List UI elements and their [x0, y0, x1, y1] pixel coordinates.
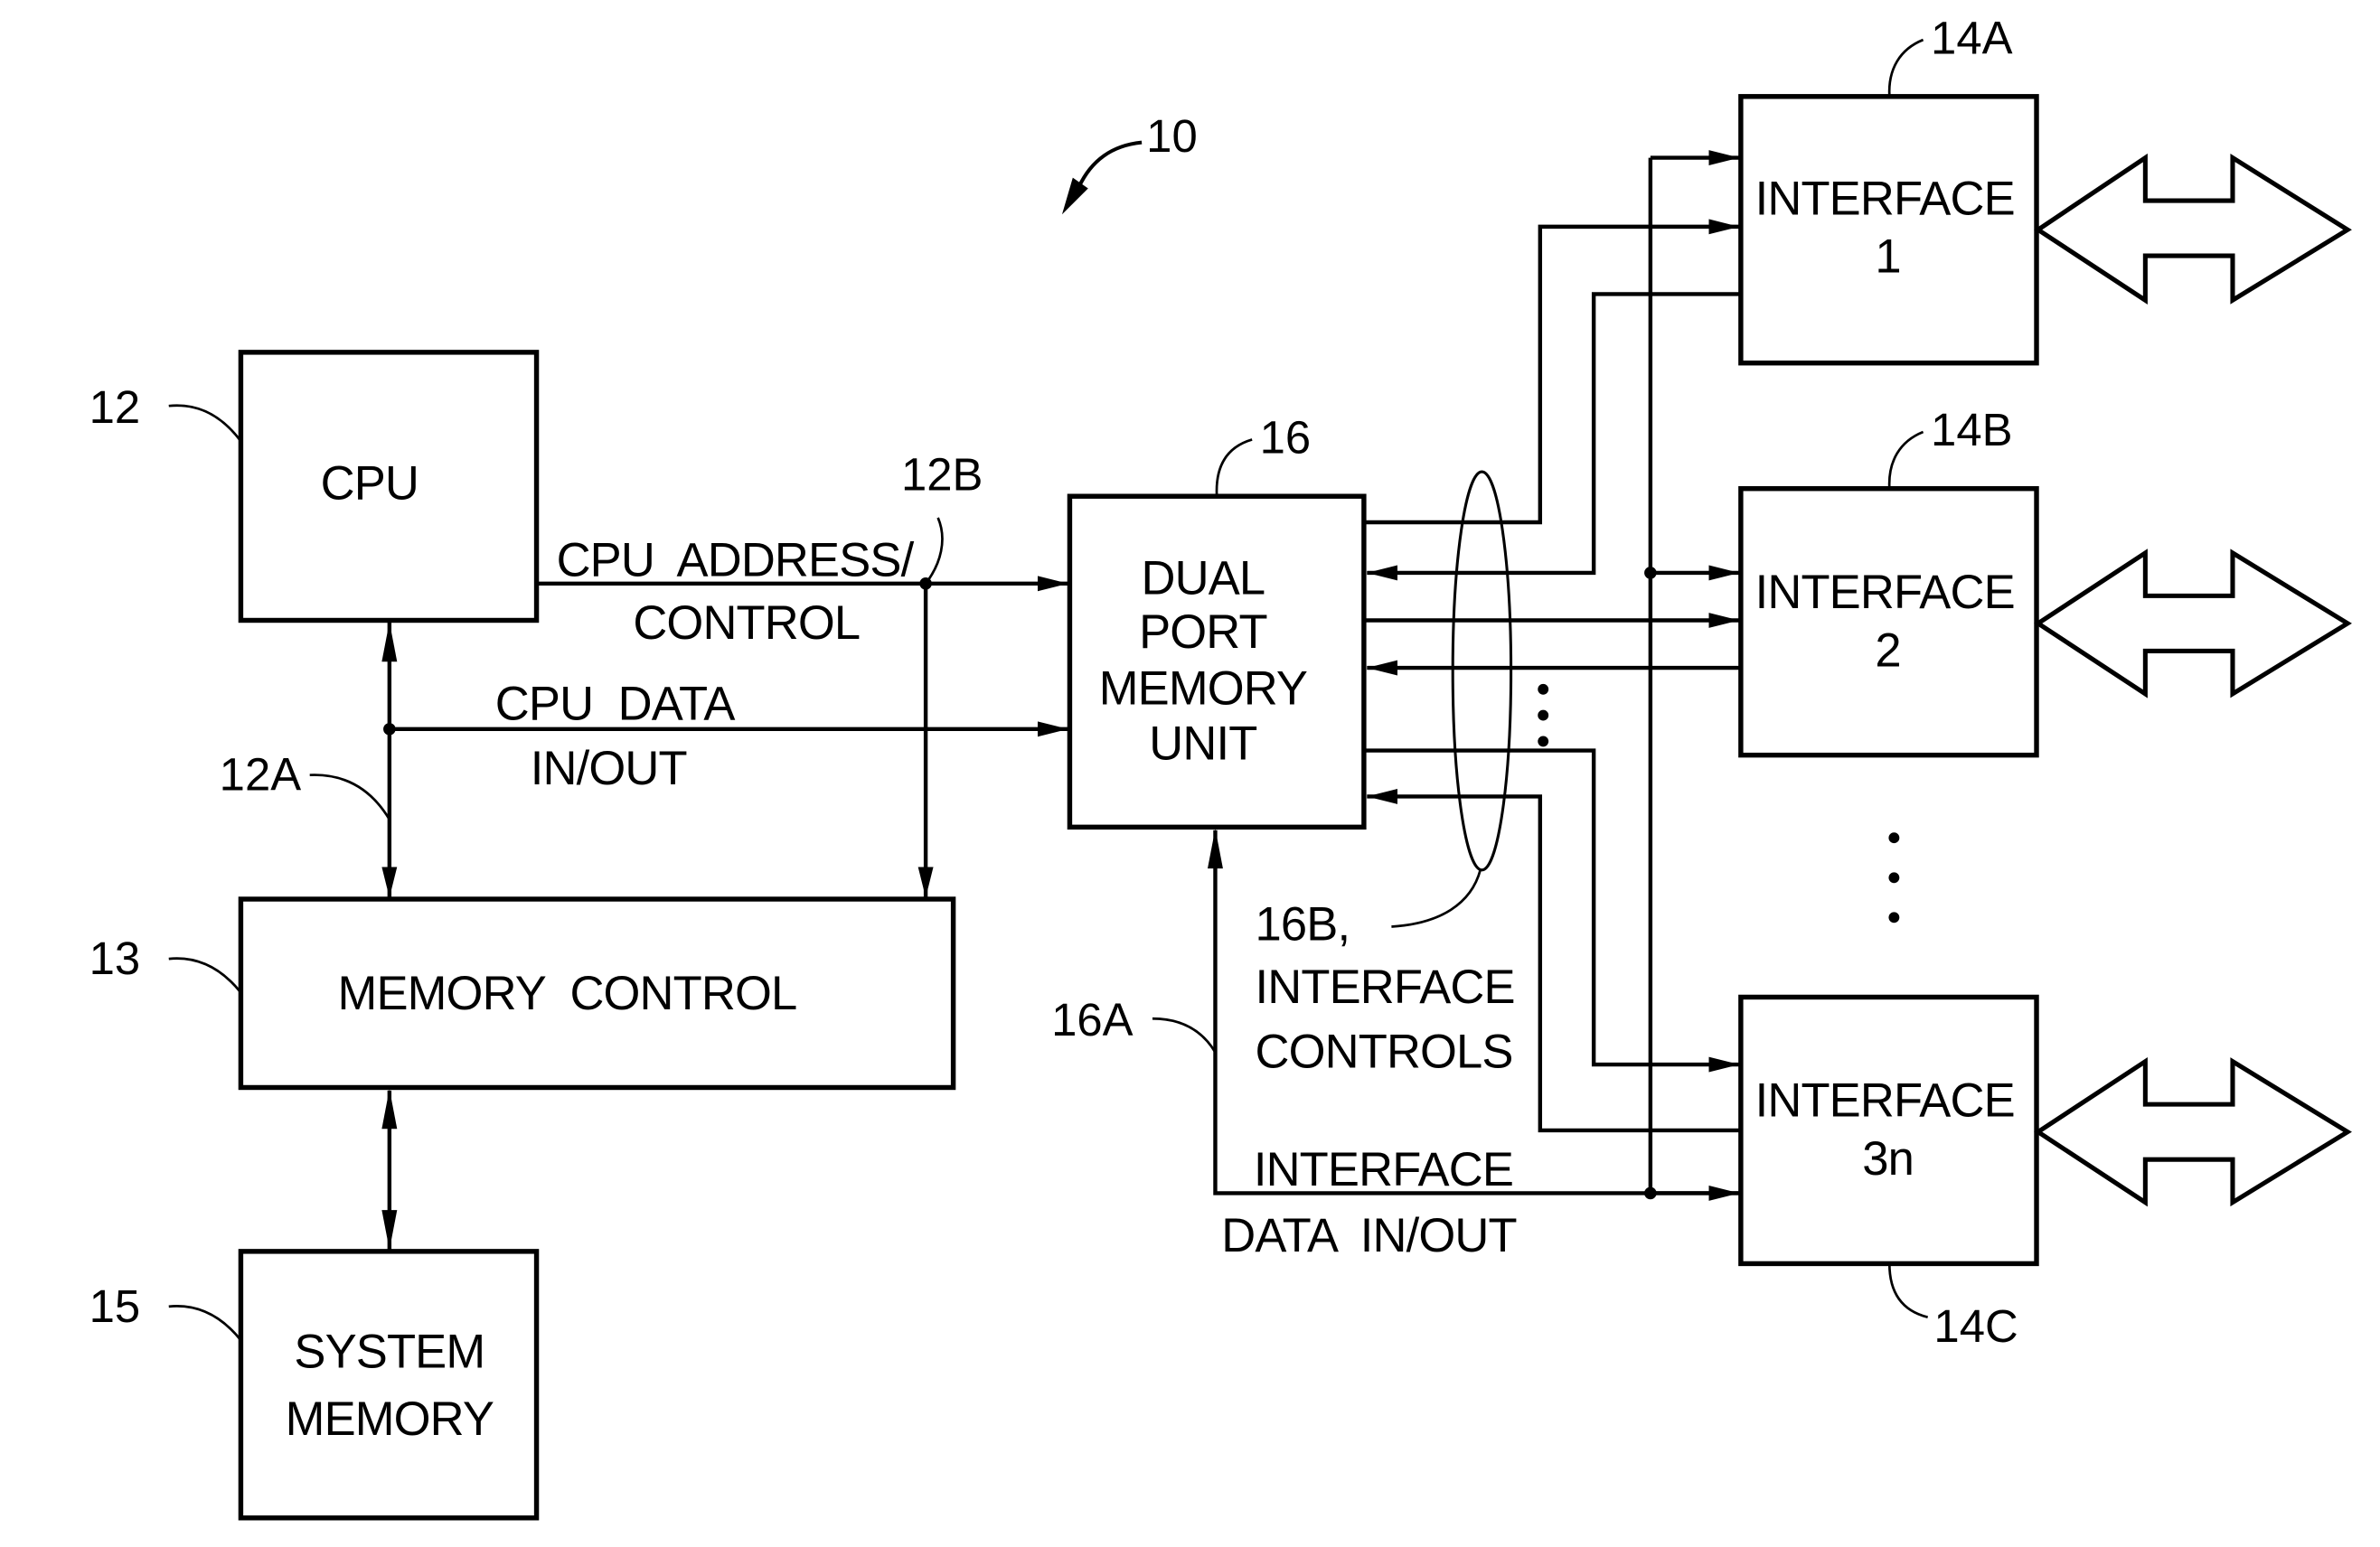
ellipsis-dot: [1888, 832, 1900, 844]
cpu-address-label-1: CPU ADDRESS/: [557, 533, 915, 586]
dual-port-label-4: UNIT: [1149, 717, 1256, 771]
memory-control-block: MEMORY CONTROL 13: [89, 896, 956, 1091]
cpu-data-up-arrow-icon: [381, 622, 398, 662]
cpu-data-ref: 12A: [220, 749, 302, 801]
figure-ref-arrow-icon: [1061, 177, 1088, 215]
cpu-data-label-2: IN/OUT: [531, 742, 687, 795]
figure-reference: 10: [1061, 110, 1198, 215]
interface-data-ref: 16A: [1051, 994, 1134, 1045]
system-memory-down-arrow-icon: [381, 1210, 398, 1251]
system-memory-label-2: MEMORY: [286, 1392, 494, 1446]
ellipsis-dot: [1888, 912, 1900, 924]
interface-1-label-1: INTERFACE: [1755, 172, 2015, 225]
interface-1-external-bidirectional-arrow-icon: [2034, 153, 2352, 305]
system-memory-up-arrow-icon: [381, 1089, 398, 1130]
interface-2-ref-leader: [1887, 430, 1924, 489]
interface-3n-box: [1738, 994, 2039, 1267]
interface-1-ref-leader: [1887, 38, 1924, 97]
cpu-data-bus: CPU DATA IN/OUT 12A: [220, 622, 1068, 898]
cpu-label: CPU: [321, 457, 419, 511]
figure-ref-leader: [1077, 140, 1143, 188]
ellipsis-dot: [1538, 709, 1549, 721]
system-memory-ref-leader: [168, 1305, 242, 1342]
interface-3n-external-bidirectional-arrow-icon: [2034, 1056, 2352, 1207]
interface-2-label-2: 2: [1875, 623, 1900, 677]
system-memory-block: SYSTEM MEMORY 15: [89, 1249, 540, 1521]
interface-ellipsis: [1888, 832, 1900, 924]
cpu-ref: 12: [89, 381, 141, 433]
interface-2-ref: 14B: [1931, 404, 2012, 455]
junction-dot: [1644, 1186, 1657, 1200]
interface-controls-label-1: 16B,: [1256, 898, 1350, 952]
interface-2-external-bidirectional-arrow-icon: [2034, 548, 2352, 698]
cpu-address-ref-leader: [925, 517, 944, 585]
interface-1-label-2: 1: [1875, 230, 1900, 284]
memory-control-ref-leader: [168, 957, 242, 994]
interface-1-ref: 14A: [1931, 12, 2013, 63]
interface-controls-label-2: INTERFACE: [1256, 961, 1515, 1014]
control-line-to-interface-1: [1365, 219, 1740, 525]
dual-port-label-3: MEMORY: [1099, 662, 1307, 716]
interface-1-block: INTERFACE 1 14A: [1738, 12, 2352, 366]
cpu-data-label-1: CPU DATA: [495, 678, 736, 731]
cpu-address-label-2: CONTROL: [633, 596, 860, 650]
interface-data-ref-leader: [1152, 1017, 1217, 1054]
junction-dot: [383, 723, 396, 736]
dual-port-label-1: DUAL: [1142, 552, 1265, 605]
interface-2-box: [1738, 486, 2039, 758]
cpu-address-control-bus: CPU ADDRESS/ CONTROL 12B: [536, 448, 1068, 898]
system-memory-ref: 15: [89, 1280, 141, 1332]
control-line-from-interface-1: [1367, 292, 1740, 581]
system-memory-box: [238, 1249, 540, 1521]
cpu-block: CPU 12: [89, 350, 540, 623]
cpu-ref-leader: [168, 404, 242, 442]
system-memory-bus: [381, 1089, 398, 1251]
interface-2-label-1: INTERFACE: [1755, 566, 2015, 619]
interface-3n-label-2: 3n: [1862, 1132, 1914, 1186]
ellipsis-dot: [1538, 736, 1549, 747]
dual-port-memory-block: DUAL PORT MEMORY UNIT 16: [1067, 412, 1367, 830]
ellipsis-dot: [1538, 683, 1549, 695]
control-bundle-ellipse: [1451, 470, 1513, 872]
cpu-data-ref-leader: [309, 774, 390, 820]
interface-3n-label-1: INTERFACE: [1755, 1074, 2015, 1128]
control-bundle-leader: [1391, 869, 1482, 928]
interface-3n-ref-leader: [1887, 1263, 1928, 1319]
cpu-address-ref: 12B: [901, 448, 983, 500]
interface-3n-block: INTERFACE 3n 14C: [1738, 994, 2352, 1352]
block-diagram: 10 CPU 12 MEMORY CONTROL 13 SYSTEM MEMOR…: [89, 12, 2352, 1521]
interface-data-label-1: INTERFACE: [1254, 1143, 1513, 1196]
memory-control-ref: 13: [89, 933, 141, 984]
dual-port-ref-leader: [1215, 438, 1253, 497]
figure-ref-label: 10: [1146, 110, 1198, 162]
memory-control-label: MEMORY CONTROL: [338, 967, 797, 1020]
interface-controls-label-3: CONTROLS: [1256, 1025, 1513, 1078]
system-memory-label-1: SYSTEM: [294, 1326, 484, 1379]
dual-port-label-2: PORT: [1139, 605, 1267, 659]
junction-dot: [1644, 567, 1657, 579]
dual-port-ref: 16: [1260, 412, 1312, 464]
interface-data-label-2: DATA IN/OUT: [1221, 1209, 1516, 1262]
interface-data-up-arrow-icon: [1207, 829, 1223, 869]
ellipsis-dot: [1888, 872, 1900, 884]
interface-3n-ref: 14C: [1933, 1300, 2018, 1352]
interface-2-block: INTERFACE 2 14B: [1738, 404, 2352, 758]
